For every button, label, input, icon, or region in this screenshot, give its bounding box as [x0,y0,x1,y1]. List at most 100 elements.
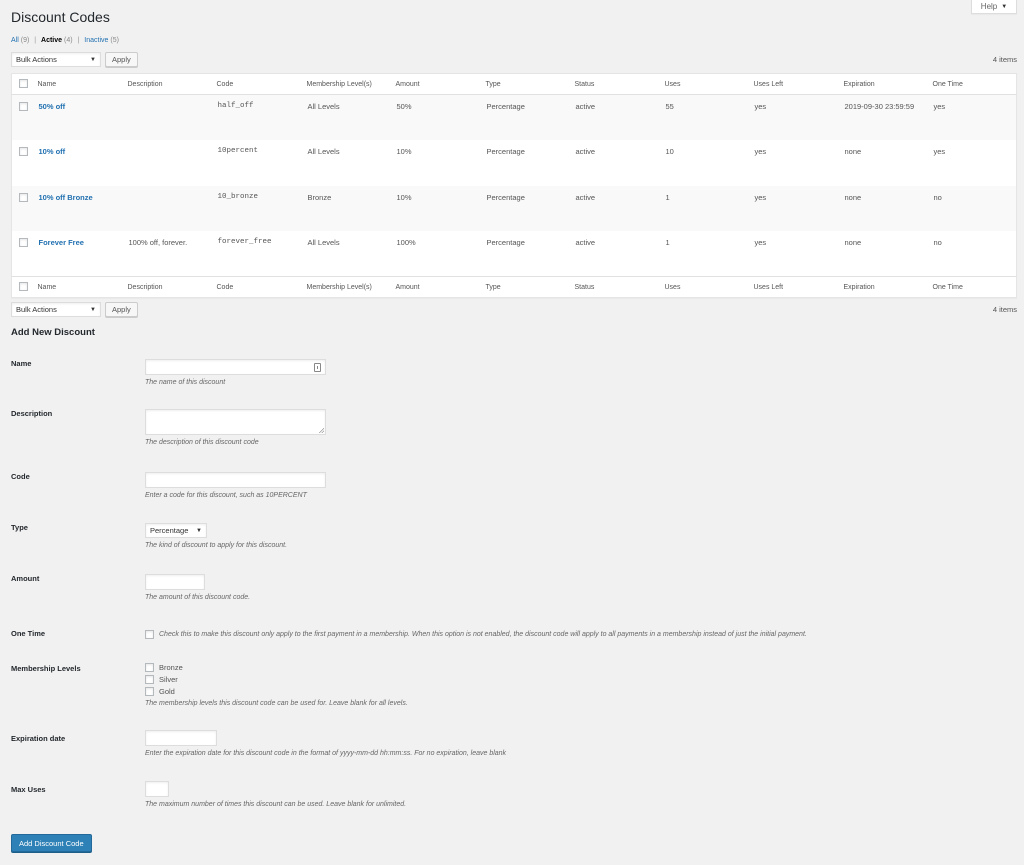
filter-all[interactable]: All [11,37,19,44]
one-time-help: Check this to make this discount only ap… [159,630,807,638]
column-one-time: One Time [932,276,1017,298]
cell-uses-left: yes [754,238,767,247]
cell-uses: 1 [665,238,670,247]
gold-checkbox[interactable] [145,686,154,696]
type-select[interactable]: Percentage ▼ [145,523,207,538]
cell-levels: All Levels [307,102,340,111]
cell-status: active [575,238,596,247]
column-code[interactable]: Code [216,73,307,95]
cell-name: 50% off [38,95,128,141]
row-checkbox[interactable] [19,238,28,247]
column-one-time: One Time [932,73,1017,95]
cell-uses: 55 [665,102,674,111]
apply-button-top[interactable]: Apply [105,52,138,67]
column-type: Type [485,73,575,95]
row-checkbox[interactable] [19,102,28,111]
discount-name-link[interactable]: 50% off [39,102,66,111]
cell-one-time: yes [933,102,946,111]
cell-uses: 10 [665,147,674,156]
table-row: 10% off Bronze 10_bronze Bronze 10% Percenta… [11,185,1017,232]
table-header-row: Name Description Code Membership Level(s… [11,73,1017,95]
discount-name-link[interactable]: 10% off Bronze [39,193,93,202]
one-time-checkbox[interactable] [145,629,154,639]
column-amount: Amount [395,276,486,298]
bronze-checkbox[interactable] [145,662,154,672]
max-uses-help: The maximum number of times this discoun… [145,801,407,808]
column-uses-left: Uses Left [753,276,844,298]
amount-input[interactable] [145,574,205,590]
help-button[interactable]: Help ▼ [971,0,1017,14]
help-label: Help [980,2,998,11]
status-filters: All (9) | Active (4) | Inactive (5) [11,37,119,44]
type-select-value: Percentage [150,526,189,535]
tablenav-bottom: Bulk Actions ▼ Apply 4 items [11,301,1017,318]
name-label: Name [11,359,32,368]
select-all-column [11,276,38,298]
code-help: Enter a code for this discount, such as … [145,492,307,499]
column-name[interactable]: Name [37,73,128,95]
discount-name-link[interactable]: Forever Free [39,238,84,247]
cell-levels: All Levels [307,147,340,156]
filter-all-count: (9) [20,37,30,44]
items-count-top: 4 items [992,55,1017,64]
caret-down-icon: ▼ [196,527,202,534]
cell-name: 10% off [38,140,128,186]
expiration-input[interactable] [145,730,217,746]
cell-type: Percentage [486,102,525,111]
cell-one-time: no [933,238,942,247]
cell-levels: All Levels [307,238,340,247]
cell-description [128,140,217,186]
level-option-bronze[interactable]: Bronze [145,661,408,673]
cell-expiration: none [844,192,862,202]
level-option-gold[interactable]: Gold [145,685,408,697]
select-all-column [11,73,38,95]
cell-name: Forever Free [38,231,128,277]
max-uses-input[interactable] [145,781,169,797]
cell-one-time: yes [933,147,946,156]
select-all-checkbox[interactable] [19,78,28,88]
page-title: Discount Codes [11,9,110,25]
expiration-label: Expiration date [11,734,66,743]
column-code[interactable]: Code [216,276,307,298]
cell-status: active [575,192,596,202]
cell-description [128,95,217,141]
code-label: Code [11,472,30,481]
filter-active-count: (4) [64,37,73,44]
cell-name: 10% off Bronze [38,186,128,232]
cell-uses-left: yes [754,102,767,111]
code-input[interactable] [145,472,326,488]
silver-checkbox[interactable] [145,674,154,684]
table-row: 50% off half_off All Levels 50% Percentage ac… [11,94,1017,141]
cell-amount: 100% [396,238,416,247]
resize-handle-icon[interactable] [319,428,324,433]
select-all-checkbox-bottom[interactable] [19,281,28,291]
bulk-actions-value: Bulk Actions [16,305,57,314]
bulk-actions-select-top[interactable]: Bulk Actions ▼ [11,52,101,67]
autofill-icon[interactable] [314,363,321,372]
cell-expiration: none [844,147,862,156]
row-select-cell [12,140,38,186]
row-select-cell [12,231,38,277]
column-expiration: Expiration [843,276,933,298]
filter-inactive[interactable]: Inactive [84,37,108,44]
table-row: 10% off 10percent All Levels 10% Percentage a… [12,140,1017,186]
level-option-silver[interactable]: Silver [145,673,408,685]
cell-amount: 50% [396,102,412,111]
column-status: Status [574,276,665,298]
type-label: Type [11,523,28,532]
cell-code: 10_bronze [217,192,259,201]
column-name[interactable]: Name [37,276,128,298]
row-checkbox[interactable] [19,147,28,156]
bulk-actions-select-bottom[interactable]: Bulk Actions ▼ [11,302,101,317]
cell-status: active [575,147,596,156]
apply-button-bottom[interactable]: Apply [105,302,138,317]
row-checkbox[interactable] [19,192,28,202]
cell-levels: Bronze [307,192,332,202]
filter-active[interactable]: Active [41,37,62,44]
column-description: Description [127,276,217,298]
discount-name-link[interactable]: 10% off [39,147,66,156]
name-input[interactable] [145,359,326,375]
description-textarea[interactable] [145,409,326,435]
add-discount-code-button[interactable]: Add Discount Code [11,834,92,852]
column-levels: Membership Level(s) [306,73,396,95]
